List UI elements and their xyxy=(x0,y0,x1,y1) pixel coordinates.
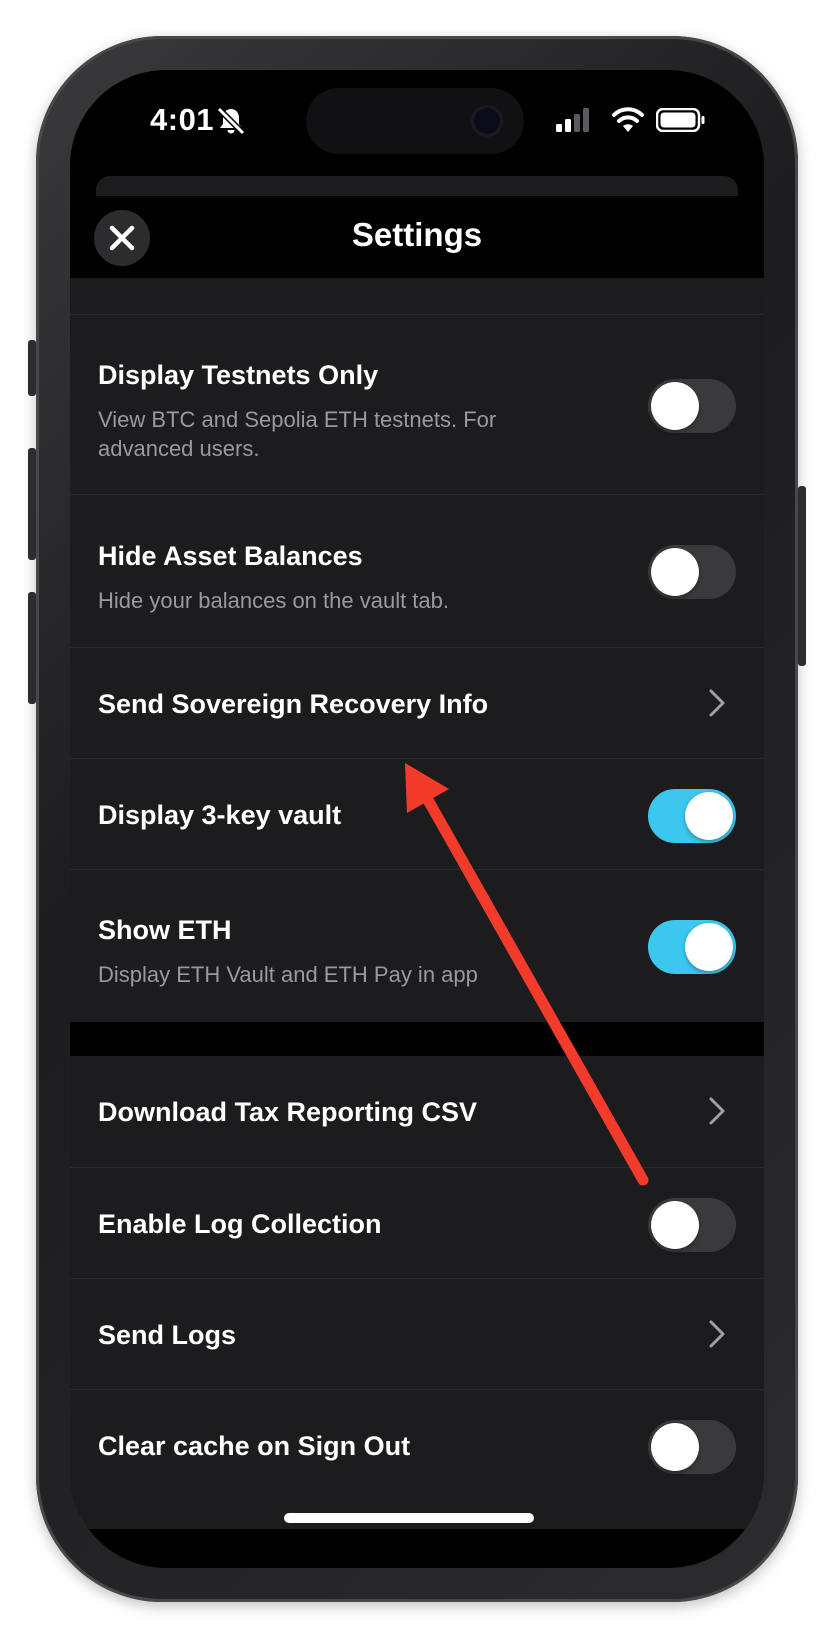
row-title: Show ETH xyxy=(98,915,232,945)
row-send-sovereign-recovery-info[interactable]: Send Sovereign Recovery Info xyxy=(70,647,764,758)
row-title: Send Logs xyxy=(98,1320,237,1350)
row-clear-cache-on-sign-out[interactable]: Clear cache on Sign Out xyxy=(70,1389,764,1529)
status-bar: 4:01 xyxy=(70,70,764,170)
settings-group-1: Display Testnets Only View BTC and Sepol… xyxy=(70,278,764,1022)
dynamic-island xyxy=(306,88,524,154)
row-title: Clear cache on Sign Out xyxy=(98,1431,411,1461)
clear-cache-toggle[interactable] xyxy=(648,1420,736,1474)
bell-slash-icon xyxy=(216,106,246,136)
status-time: 4:01 xyxy=(150,102,215,137)
toggle-knob xyxy=(651,548,699,596)
row-show-eth[interactable]: Show ETH Display ETH Vault and ETH Pay i… xyxy=(70,869,764,1022)
section-gap xyxy=(70,1022,764,1056)
row-title: Hide Asset Balances xyxy=(98,541,363,571)
screen: 4:01 Settings Display Testnets Only View… xyxy=(70,70,764,1568)
row-display-testnets-only[interactable]: Display Testnets Only View BTC and Sepol… xyxy=(70,314,764,494)
signal-icon xyxy=(556,108,589,132)
chevron-right-icon xyxy=(709,1320,725,1348)
row-enable-log-collection[interactable]: Enable Log Collection xyxy=(70,1167,764,1278)
hide-asset-balances-toggle[interactable] xyxy=(648,545,736,599)
page-title: Settings xyxy=(351,216,483,253)
toggle-knob xyxy=(651,382,699,430)
chevron-right-icon xyxy=(709,689,725,717)
list-top-spacer xyxy=(70,278,764,314)
row-download-tax-reporting-csv[interactable]: Download Tax Reporting CSV xyxy=(70,1056,764,1167)
camera-icon xyxy=(474,108,500,134)
action-button xyxy=(28,340,36,396)
row-title: Send Sovereign Recovery Info xyxy=(98,689,489,719)
row-description: Hide your balances on the vault tab. xyxy=(98,588,450,613)
row-description: View BTC and Sepolia ETH testnets. For a… xyxy=(98,407,497,461)
wifi-icon xyxy=(612,107,644,132)
display-testnets-toggle[interactable] xyxy=(648,379,736,433)
row-send-logs[interactable]: Send Logs xyxy=(70,1278,764,1389)
volume-up-button xyxy=(28,448,36,560)
settings-group-2: Download Tax Reporting CSV Enable Log Co… xyxy=(70,1056,764,1529)
toggle-knob xyxy=(651,1201,699,1249)
show-eth-toggle[interactable] xyxy=(648,920,736,974)
row-description: Display ETH Vault and ETH Pay in app xyxy=(98,962,478,987)
home-indicator xyxy=(284,1513,534,1523)
row-title: Enable Log Collection xyxy=(98,1209,382,1239)
row-display-3-key-vault[interactable]: Display 3-key vault xyxy=(70,758,764,869)
battery-icon xyxy=(656,108,705,132)
row-hide-asset-balances[interactable]: Hide Asset Balances Hide your balances o… xyxy=(70,494,764,647)
power-button xyxy=(798,486,806,666)
row-title: Display Testnets Only xyxy=(98,360,379,390)
display-3-key-vault-toggle[interactable] xyxy=(648,789,736,843)
toggle-knob xyxy=(685,792,733,840)
chevron-right-icon xyxy=(709,1097,725,1125)
row-title: Download Tax Reporting CSV xyxy=(98,1097,478,1127)
toggle-knob xyxy=(685,923,733,971)
row-title: Display 3-key vault xyxy=(98,800,342,830)
settings-list: Display Testnets Only View BTC and Sepol… xyxy=(70,278,764,1529)
enable-log-collection-toggle[interactable] xyxy=(648,1198,736,1252)
toggle-knob xyxy=(651,1423,699,1471)
volume-down-button xyxy=(28,592,36,704)
